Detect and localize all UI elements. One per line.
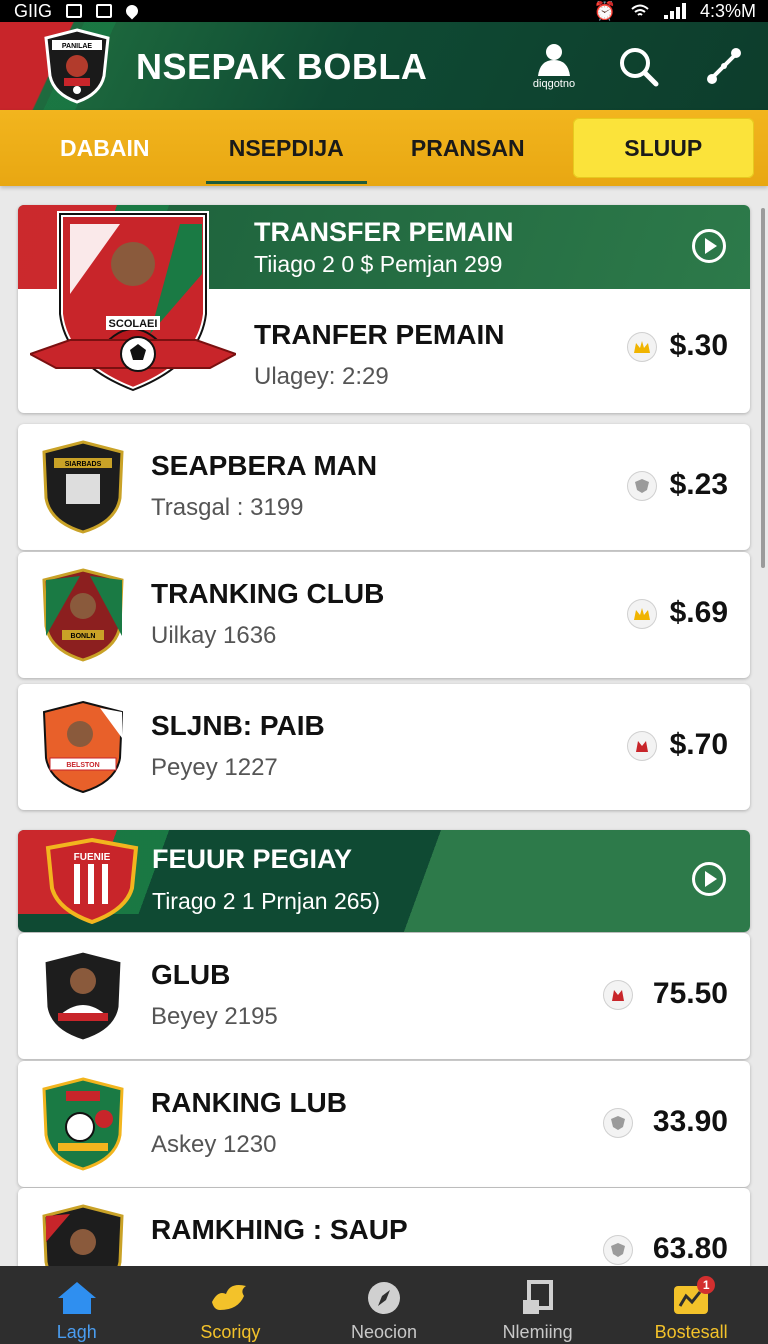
item-title: SEAPBERA MAN	[151, 450, 378, 481]
location-icon	[123, 2, 141, 20]
nav-bestseller[interactable]: 1 Bostesall	[614, 1266, 768, 1344]
nav-label: Lagh	[56, 1322, 97, 1342]
item-subtitle: Peyey 1227	[151, 754, 278, 781]
share-button[interactable]	[698, 40, 750, 92]
club-crest: BELSTON	[42, 700, 124, 794]
list-item[interactable]: SIARBADS SEAPBERA MAN Trasgal : 3199 $.2…	[18, 424, 750, 550]
list-item[interactable]: RAMKHING : SAUP 63.80	[18, 1188, 750, 1298]
badge-icon	[604, 981, 632, 1009]
nav-label: Neocion	[350, 1322, 417, 1342]
badge-icon	[628, 732, 656, 760]
nav-label: Bostesall	[654, 1322, 728, 1342]
tab-nsepdija[interactable]: NSEPDIJA	[196, 118, 378, 184]
banner-subtitle: Tiiago 2 0 $ Pemjan 299	[254, 251, 503, 277]
svg-text:FUENIE: FUENIE	[74, 852, 111, 863]
price-value: 75.50	[652, 977, 728, 1010]
banner-title: FEUUR PEGIAY	[152, 844, 353, 874]
club-crest: FUENIE	[45, 838, 139, 924]
profile-caption: diqgotno	[532, 78, 576, 90]
list-item[interactable]: GLUB Beyey 2195 75.50	[18, 933, 750, 1059]
item-title: RAMKHING : SAUP	[151, 1214, 408, 1245]
tab-sluup[interactable]: SLUUP	[572, 118, 754, 178]
shield-icon	[604, 1236, 632, 1264]
list-item[interactable]: BONLN TRANKING CLUB Uilkay 1636 $.69	[18, 552, 750, 678]
crown-icon	[628, 600, 656, 628]
app-header: PANILAE NSEPAK BOBLA diqgotno	[0, 22, 768, 110]
price-value: $.69	[669, 596, 728, 629]
svg-text:SIARBADS: SIARBADS	[65, 461, 102, 468]
featured-section-card[interactable]: FUENIE FEUUR PEGIAY Tirago 2 1 Prnjan 26…	[18, 830, 750, 932]
signal-icon	[663, 3, 686, 19]
profile-button[interactable]: diqgotno	[528, 40, 580, 92]
home-icon	[57, 1282, 96, 1314]
user-icon	[538, 44, 570, 76]
club-crest	[42, 1077, 124, 1171]
scrollbar[interactable]	[761, 208, 765, 568]
price-value: $.70	[669, 728, 728, 761]
nav-home[interactable]: Lagh	[0, 1266, 154, 1344]
price-value: 63.80	[652, 1232, 728, 1265]
silent-icon	[96, 4, 113, 18]
svg-text:BELSTON: BELSTON	[66, 762, 99, 769]
app-title: NSEPAK BOBLA	[136, 46, 428, 87]
svg-text:PANILAE: PANILAE	[62, 43, 93, 50]
play-icon[interactable]	[692, 862, 726, 896]
item-subtitle: Askey 1230	[151, 1131, 277, 1158]
club-crest: BONLN	[42, 568, 124, 662]
list-item[interactable]: RANKING LUB Askey 1230 33.90	[18, 1061, 750, 1187]
price-value: $.23	[669, 468, 728, 501]
tab-bar: DABAIN NSEPDIJA PRANSAN SLUUP	[0, 110, 768, 186]
clock-text: 4:3%M	[699, 0, 756, 21]
nav-scoring[interactable]: Scoriqy	[154, 1266, 308, 1344]
item-title: TRANKING CLUB	[151, 578, 385, 609]
app-logo[interactable]: PANILAE	[42, 28, 112, 104]
item-subtitle: Trasgal : 3199	[151, 494, 304, 521]
tab-dabain[interactable]: DABAIN	[14, 118, 196, 178]
banner-title: TRANSFER PEMAIN	[254, 217, 514, 247]
share-icon	[707, 48, 741, 84]
item-subtitle: Uilkay 1636	[151, 622, 277, 649]
tab-pransan[interactable]: PRANSAN	[377, 118, 559, 178]
wifi-icon	[631, 4, 649, 16]
nav-ranking[interactable]: Nlemiing	[461, 1266, 615, 1344]
board-icon	[522, 1280, 553, 1314]
notification-icon	[66, 4, 83, 18]
nav-label: Scoriqy	[200, 1322, 261, 1342]
item-title: SLJNB: PAIB	[151, 710, 325, 741]
status-bar: GIIG ⏰ 4:3%M	[0, 0, 768, 22]
shield-icon	[628, 472, 656, 500]
svg-text:BONLN: BONLN	[71, 633, 96, 640]
crown-icon	[628, 333, 656, 361]
item-title: GLUB	[151, 959, 231, 990]
price-value: $.30	[669, 329, 728, 362]
card-title: TRANFER PEMAIN	[254, 319, 505, 350]
player-crest-large: SCOLAEI	[30, 211, 236, 394]
banner-subtitle: Tirago 2 1 Prnjan 265)	[152, 888, 381, 914]
shield-icon	[604, 1109, 632, 1137]
price-value: 33.90	[652, 1105, 728, 1138]
bottom-navigation: Lagh Scoriqy Neocion Nlemiing 1 Bostesal…	[0, 1266, 768, 1344]
nav-notification[interactable]: Neocion	[307, 1266, 461, 1344]
list-item[interactable]: BELSTON SLJNB: PAIB Peyey 1227 $.70	[18, 684, 750, 810]
compass-icon	[367, 1282, 400, 1314]
card-subtitle: Ulagey: 2:29	[254, 363, 389, 390]
search-icon	[620, 48, 659, 87]
carrier-text: GIIG	[14, 0, 53, 21]
nav-label: Nlemiing	[502, 1322, 573, 1342]
item-title: RANKING LUB	[151, 1087, 347, 1118]
alarm-icon: ⏰	[593, 0, 616, 21]
svg-text:SCOLAEI: SCOLAEI	[109, 318, 158, 330]
club-crest: SIARBADS	[42, 440, 124, 534]
featured-banner: FUENIE FEUUR PEGIAY Tirago 2 1 Prnjan 26…	[18, 830, 750, 932]
club-crest	[42, 949, 124, 1043]
item-subtitle: Beyey 2195	[151, 1003, 278, 1030]
notification-badge: 1	[697, 1276, 716, 1294]
search-button[interactable]	[612, 40, 664, 92]
play-icon[interactable]	[692, 229, 726, 263]
bird-icon	[212, 1285, 247, 1310]
